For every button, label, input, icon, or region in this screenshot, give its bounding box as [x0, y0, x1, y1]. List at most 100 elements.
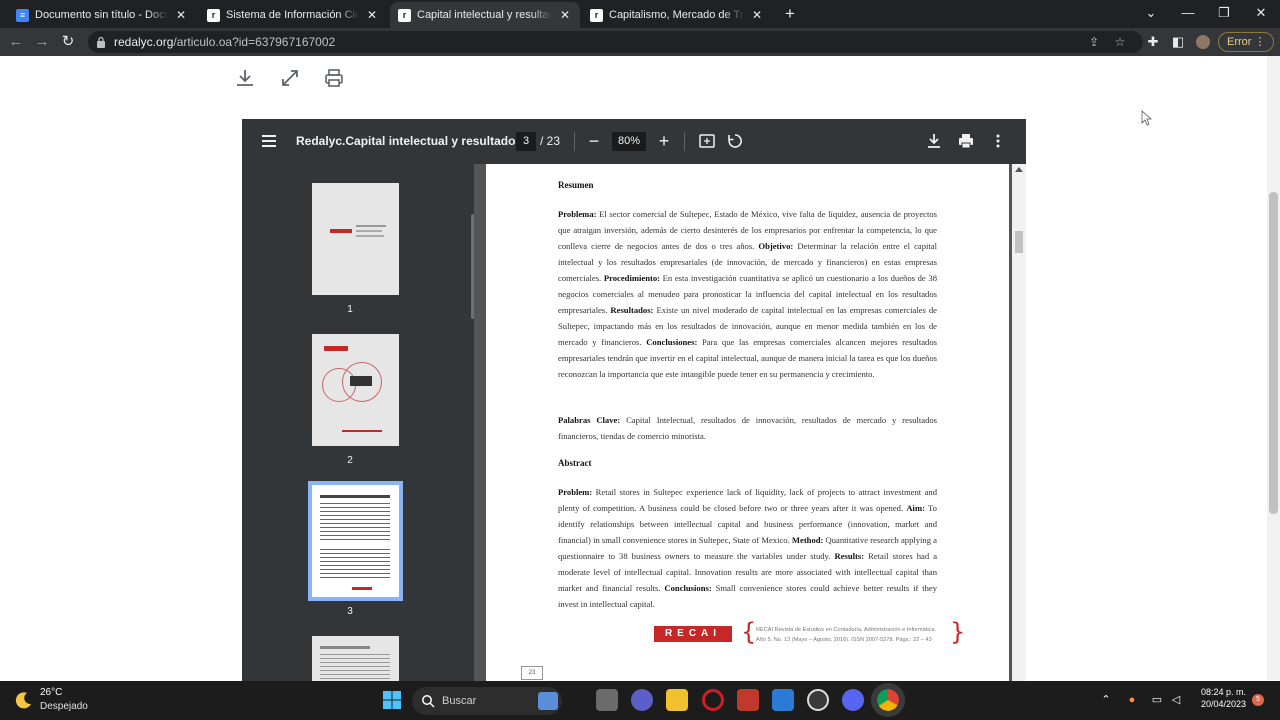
download-icon[interactable] [233, 66, 257, 90]
moon-weather-icon[interactable] [14, 690, 34, 710]
expand-icon[interactable] [278, 66, 302, 90]
minimize-icon[interactable]: — [1171, 0, 1205, 28]
search-highlight-icon [538, 692, 558, 710]
tab-title: Capital intelectual y resultados d [417, 9, 552, 21]
restore-icon[interactable]: ❐ [1207, 0, 1241, 28]
thumbnail-page-2[interactable] [312, 334, 399, 446]
weather-description[interactable]: Despejado [40, 701, 88, 712]
chrome-icon[interactable] [871, 683, 905, 717]
rotate-icon[interactable] [726, 132, 744, 150]
thumbnail-label: 1 [347, 304, 353, 315]
notification-badge[interactable]: 5 [1252, 694, 1264, 706]
toolbar-divider [684, 132, 685, 151]
show-hidden-icons[interactable]: ⌃ [1098, 692, 1114, 708]
page-scrollbar-thumb[interactable] [1269, 192, 1278, 514]
tab-capitalismo[interactable]: r Capitalismo, Mercado de Trabalh ✕ [582, 2, 772, 28]
side-panel-icon[interactable]: ◧ [1168, 32, 1188, 52]
zoom-input[interactable]: 80% [612, 132, 646, 151]
discord-icon[interactable] [842, 689, 864, 711]
search-icon [422, 695, 435, 708]
opera-icon[interactable] [702, 689, 724, 711]
scroll-up-icon[interactable] [1015, 167, 1023, 172]
tab-title: Sistema de Información Científic [226, 9, 359, 21]
thumbnail-sidebar: 1 2 3 [242, 164, 475, 681]
more-options-icon[interactable] [989, 132, 1007, 150]
mouse-cursor-icon [1141, 110, 1153, 126]
close-window-icon[interactable]: ✕ [1244, 0, 1278, 28]
palabras-clave-paragraph: Palabras Clave: Capital Intelectual, res… [558, 415, 938, 441]
zoom-out-button[interactable]: − [584, 130, 604, 152]
clock[interactable]: 08:24 p. m. 20/04/2023 [1192, 687, 1246, 709]
page-total: / 23 [540, 134, 561, 148]
close-tab-icon[interactable]: ✕ [365, 8, 379, 22]
microphone-icon[interactable]: ● [1124, 692, 1140, 708]
extensions-icon[interactable]: ✚ [1143, 32, 1163, 52]
print-icon[interactable] [957, 132, 975, 150]
thumbnail-page-1[interactable] [312, 183, 399, 295]
download-icon[interactable] [925, 132, 943, 150]
pdf-toolbar: Redalyc.Capital intelectual y resultados… [242, 119, 1026, 164]
close-tab-icon[interactable]: ✕ [558, 8, 572, 22]
recai-logo: RECAI [654, 626, 732, 642]
error-button[interactable]: Error ⋮ [1218, 32, 1274, 52]
file-explorer-icon[interactable] [666, 689, 688, 711]
tab-capital-intelectual[interactable]: r Capital intelectual y resultados d ✕ [390, 2, 580, 28]
pdf-title: Redalyc.Capital intelectual y resultados… [296, 134, 533, 148]
toolbar-divider [574, 132, 575, 151]
lock-icon [97, 36, 105, 48]
resumen-paragraph: Problema: El sector comercial de Sultepe… [558, 209, 937, 379]
zoom-in-button[interactable]: + [654, 130, 674, 152]
menu-icon[interactable] [260, 132, 278, 150]
browser-toolbar: ← → ↻ redalyc.org/articulo.oa?id=6379671… [0, 28, 1280, 56]
bookmark-star-icon[interactable]: ☆ [1112, 34, 1128, 50]
scrollbar-thumb[interactable] [1015, 231, 1023, 253]
abstract-paragraph: Problem: Retail stores in Sultepec exper… [558, 487, 938, 609]
windows-start-icon[interactable] [382, 690, 402, 710]
thumbnail-page-3[interactable] [308, 481, 403, 601]
tab-redalyc-sistema[interactable]: r Sistema de Información Científic ✕ [199, 2, 387, 28]
page-number-input[interactable]: 3 [516, 132, 536, 151]
network-icon[interactable]: ▭ [1149, 692, 1165, 708]
fit-page-icon[interactable] [698, 132, 716, 150]
search-label: Buscar [442, 695, 477, 707]
resumen-heading: Resumen [558, 180, 594, 190]
share-icon[interactable]: ⇪ [1086, 34, 1102, 50]
tab-google-docs[interactable]: ≡ Documento sin título - Documen ✕ [8, 2, 196, 28]
weather-temperature[interactable]: 26°C [40, 687, 62, 698]
page-number-footer: 23 [521, 666, 543, 680]
document-scrollbar[interactable] [1012, 164, 1026, 681]
reload-button[interactable]: ↻ [58, 32, 78, 52]
volume-icon[interactable]: ◁ [1168, 692, 1184, 708]
left-brace: { [741, 618, 757, 646]
print-icon[interactable] [322, 66, 346, 90]
close-tab-icon[interactable]: ✕ [174, 8, 188, 22]
url-text: redalyc.org/articulo.oa?id=637967167002 [114, 35, 336, 49]
tab-title: Capitalismo, Mercado de Trabalh [609, 9, 744, 21]
address-bar[interactable]: redalyc.org/articulo.oa?id=637967167002 … [88, 31, 1143, 53]
abstract-heading: Abstract [558, 458, 592, 468]
page-scrollbar[interactable] [1267, 56, 1280, 680]
app-circle-icon[interactable] [807, 689, 829, 711]
browser-tab-bar: ≡ Documento sin título - Documen ✕ r Sis… [0, 0, 1280, 28]
back-button[interactable]: ← [6, 32, 26, 52]
redalyc-icon: r [398, 8, 411, 22]
app-red-icon[interactable] [737, 689, 759, 711]
thumbnail-label: 3 [347, 606, 353, 617]
close-tab-icon[interactable]: ✕ [750, 8, 764, 22]
profile-avatar[interactable] [1193, 32, 1213, 52]
app-blue-icon[interactable] [772, 689, 794, 711]
task-view-icon[interactable] [596, 689, 618, 711]
tab-search-icon[interactable]: ⌄ [1134, 0, 1168, 28]
forward-button[interactable]: → [32, 32, 52, 52]
thumbnail-label: 2 [347, 455, 353, 466]
redalyc-icon: r [590, 8, 603, 22]
journal-citation: RECAI Revista de Estudios en Contaduría,… [756, 627, 937, 643]
new-tab-button[interactable]: + [780, 4, 800, 24]
taskbar-search[interactable]: Buscar [412, 687, 562, 715]
thumbnail-page-4[interactable] [312, 636, 399, 681]
teams-chat-icon[interactable] [631, 689, 653, 711]
windows-taskbar: 26°C Despejado Buscar ⌃ ● ▭ ◁ 08:24 p. m… [0, 681, 1280, 720]
tab-title: Documento sin título - Documen [35, 9, 168, 21]
google-docs-icon: ≡ [16, 8, 29, 22]
document-area: Resumen Problema: El sector comercial de… [474, 164, 1026, 681]
